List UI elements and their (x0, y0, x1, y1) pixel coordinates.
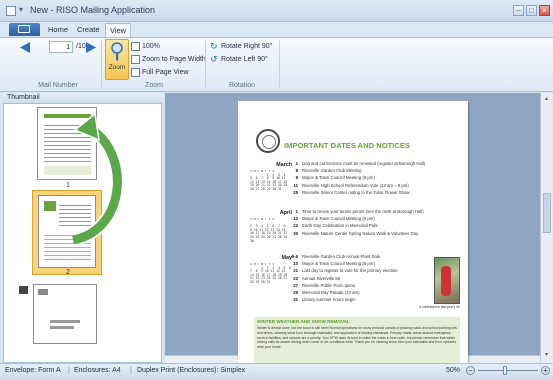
mini-calendar: S M T W T F S 1 2 3 4 5 6 7 8 9 10 11 12… (250, 263, 291, 284)
event-row: 10 Mayor & Town Council Meeting (8 pm) (293, 261, 375, 267)
rotate-right-button[interactable]: Rotate Right 90° (221, 43, 272, 50)
event-row: 1 Dog and cat licenses must be renewed (r… (295, 161, 426, 166)
full-page-view-button[interactable]: Full Page View (142, 69, 189, 76)
rotate-right-icon: ↻ (210, 41, 218, 51)
zoom-in-icon[interactable]: + (541, 366, 550, 375)
tab-view[interactable]: View (105, 23, 131, 37)
event-row: 21 Last day to register to vote for the p… (293, 268, 398, 274)
tab-home[interactable]: Home (48, 25, 68, 34)
event-row: 27 Riverville Public Pool opens (293, 282, 356, 288)
next-page-icon[interactable] (84, 41, 98, 54)
event-row: 8 Riverville Garden Club Meeting (295, 168, 362, 174)
zoom-to-page-width-button[interactable]: Zoom to Page Width (142, 56, 206, 63)
event-row: 25 Riverville Senior Center outing to the… (293, 189, 410, 195)
status-envelope: Envelope: Form A (5, 367, 61, 374)
mini-calendar: S M T W T F S 1 2 3 4 5 6 7 8 9 10 11 12… (250, 218, 288, 242)
group-separator (101, 40, 102, 88)
event-row: 31 Library summer hours begin (293, 297, 356, 303)
mini-calendar: S M T W T F S 1 2 3 4 5 6 7 8 9 10 11 12… (250, 170, 288, 191)
minimize-button[interactable]: – (513, 5, 524, 16)
reorder-arrow-icon (71, 112, 124, 247)
zoom-slider-track[interactable] (478, 370, 538, 371)
month-heading: April (279, 210, 292, 216)
winter-notice-body: Winter is almost done, but the snow is s… (257, 326, 457, 350)
thumbnail-envelope[interactable] (33, 284, 97, 344)
event-row: 5-6 Riverville Garden Club Annual Plant S… (291, 254, 381, 259)
group-label-zoom: Zoom (145, 82, 163, 89)
event-row: 11 Riverville High School Referendum Vote… (293, 182, 409, 188)
event-row: 9 Mayor & Town Council Meeting (8 pm) (295, 175, 375, 181)
group-separator (279, 40, 280, 88)
maximize-button[interactable]: □ (526, 5, 537, 16)
window-title: New - RISO Mailing Application (30, 5, 156, 15)
status-duplex: Duplex Print (Enclosures): Simplex (137, 367, 246, 374)
file-menu-button[interactable] (9, 23, 40, 36)
envelope-marker-icon (19, 286, 28, 294)
zoom-out-icon[interactable]: − (466, 366, 475, 375)
full-page-icon (131, 68, 140, 77)
status-divider: | (130, 367, 132, 374)
group-separator (205, 40, 206, 88)
event-row: 22 Annual Riverville 5K (293, 275, 341, 281)
page-number-input[interactable]: 1 (49, 41, 73, 53)
magnifier-icon (111, 42, 123, 61)
zoom-level: 50% (446, 367, 461, 374)
close-button[interactable]: × (539, 5, 550, 16)
event-row: 1 Time to renew your tennis permit (see t… (295, 209, 424, 214)
event-row: 29 Memorial Day Parade (10 am) (293, 290, 360, 296)
quick-access-dropdown-icon[interactable]: ▾ (19, 5, 23, 14)
zoom-button-label: Zoom (108, 64, 126, 71)
zoom-slider-thumb[interactable] (503, 366, 507, 375)
photo-caption: A contestant in last year's 5K (419, 305, 460, 309)
event-row: 22 Earth Day Celebration in Memorial Park (293, 223, 378, 229)
event-row: 12 Mayor & Town Council Meeting (8 pm) (293, 216, 375, 222)
winter-notice-title: WINTER WEATHER AND SNOW REMOVAL (257, 319, 350, 324)
rotate-left-icon: ↺ (210, 54, 218, 64)
group-label-mail-number: Mail Number (38, 82, 78, 89)
thumbnail-pane-title: Thumbnail (3, 93, 162, 104)
tab-create[interactable]: Create (77, 25, 100, 34)
vertical-scrollbar[interactable]: ▴ ▾ (540, 93, 553, 363)
thumbnail-number: 2 (66, 269, 70, 276)
page-width-icon (131, 55, 140, 64)
event-list: 1 Time to renew your tennis permit (see t… (286, 208, 424, 237)
percent-zoom-icon (131, 42, 140, 51)
month-heading: May (281, 255, 293, 261)
document-title: IMPORTANT DATES AND NOTICES (284, 141, 410, 150)
event-list: 1 Dog and cat licenses must be renewed (r… (286, 160, 425, 196)
previous-page-icon[interactable] (18, 41, 32, 54)
rotate-left-button[interactable]: Rotate Left 90° (221, 56, 268, 63)
status-divider: | (68, 367, 70, 374)
envelope-icon (18, 25, 30, 33)
event-list: 5-6 Riverville Garden Club Annual Plant S… (286, 253, 398, 303)
zoom-100-button[interactable]: 100% (142, 43, 160, 50)
borough-seal-logo (256, 129, 280, 153)
group-label-rotation: Rotation (228, 82, 256, 89)
month-heading: March (276, 162, 292, 168)
event-row: 30 Riverville Nature Center Spring Nature… (293, 230, 419, 236)
runner-figure (441, 266, 451, 296)
status-enclosures: Enclosures: A4 (74, 367, 121, 374)
app-icon[interactable] (6, 6, 16, 16)
